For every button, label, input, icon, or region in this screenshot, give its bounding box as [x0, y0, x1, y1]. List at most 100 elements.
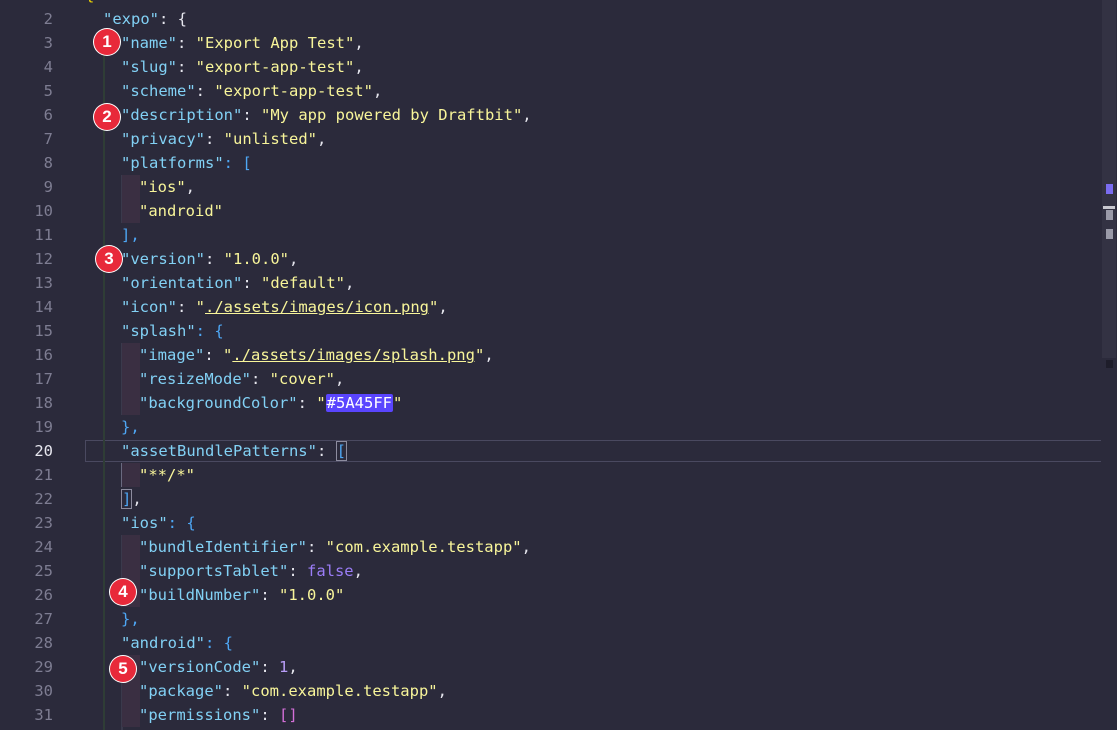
bracket: : { [195, 322, 224, 340]
punctuation: , [437, 682, 447, 700]
code-area[interactable]: { "expo": { "name": "Export App Test", "… [85, 0, 1097, 730]
json-string: "com.example.testapp" [325, 538, 522, 556]
punctuation: , [354, 58, 364, 76]
punctuation: , [372, 82, 383, 100]
punctuation: : [223, 682, 242, 700]
code-line: "platforms": [ [121, 151, 252, 175]
overview-ruler-mark [1106, 229, 1113, 239]
code-line: "slug": "export-app-test", [121, 55, 364, 79]
annotation-badge: 1 [94, 29, 120, 55]
json-key: "slug" [121, 58, 177, 76]
punctuation: : [260, 658, 279, 676]
json-string: "1.0.0" [223, 250, 289, 268]
punctuation: , [521, 538, 531, 556]
json-key: "icon" [121, 298, 177, 316]
code-line: "android" [139, 199, 223, 223]
json-key: "image" [139, 346, 205, 364]
json-key: "permissions" [139, 706, 261, 724]
bracket: ], [121, 226, 140, 244]
punctuation: : [205, 130, 224, 148]
json-string: " [316, 394, 326, 412]
json-string: "Export App Test" [195, 34, 355, 52]
line-number: 17 [34, 370, 53, 388]
json-key: "supportsTablet" [139, 562, 289, 580]
json-key: "splash" [121, 322, 196, 340]
code-line: "supportsTablet": false, [139, 559, 363, 583]
line-number: 19 [34, 418, 53, 436]
json-string: " [223, 346, 233, 364]
json-key: "scheme" [121, 82, 196, 100]
punctuation: : [205, 250, 224, 268]
code-line: "buildNumber": "1.0.0" [139, 583, 344, 607]
overview-ruler-mark [1106, 210, 1113, 220]
code-line: "orientation": "default", [121, 271, 354, 295]
file-path-link[interactable]: ./assets/images/icon.png [205, 298, 429, 316]
punctuation: : [297, 394, 317, 412]
bracket: : [ [223, 154, 252, 172]
matched-bracket: [ [335, 441, 347, 461]
json-string: "export-app-test" [214, 82, 373, 100]
json-string: " [428, 298, 439, 316]
code-line: "**/*" [139, 463, 195, 487]
color-swatch[interactable]: #5A45FF [325, 394, 393, 412]
line-number: 15 [34, 322, 53, 340]
code-line: { [85, 0, 94, 7]
code-line: "permissions": [] [139, 703, 298, 727]
json-string: "ios" [139, 178, 186, 196]
line-number: 23 [34, 514, 53, 532]
json-key: "backgroundColor" [139, 394, 298, 412]
punctuation: : [288, 562, 307, 580]
bracket: [] [279, 706, 298, 724]
line-number: 28 [34, 634, 53, 652]
line-number: 7 [43, 130, 53, 148]
file-path-link[interactable]: ./assets/images/splash.png [232, 346, 475, 364]
punctuation: : { [159, 10, 187, 28]
code-line: }, [121, 607, 140, 631]
json-string: "unlisted" [223, 130, 317, 148]
punctuation: , [353, 562, 363, 580]
line-number: 4 [43, 58, 53, 76]
code-editor[interactable]: 1 2 3 4 5 6 7 8 9 10 11 12 13 14 15 16 1… [0, 0, 1117, 730]
punctuation: , [484, 346, 494, 364]
json-string: "com.example.testapp" [241, 682, 438, 700]
line-number: 21 [34, 466, 53, 484]
line-number: 2 [43, 10, 53, 28]
overview-ruler-mark [1106, 360, 1113, 368]
code-line: "package": "com.example.testapp", [139, 679, 447, 703]
bracket: : { [205, 634, 233, 652]
code-line: "ios", [139, 175, 195, 199]
code-line: "name": "Export App Test", [121, 31, 364, 55]
code-line: "backgroundColor": "#5A45FF" [139, 391, 402, 415]
json-key: "privacy" [121, 130, 205, 148]
vertical-scrollbar[interactable] [1101, 0, 1117, 730]
line-number: 18 [34, 394, 53, 412]
json-key: "package" [139, 682, 223, 700]
punctuation: , [522, 106, 532, 124]
punctuation: : [177, 58, 196, 76]
json-number: 1 [279, 658, 289, 676]
code-line: "description": "My app powered by Draftb… [121, 103, 532, 127]
line-number: 6 [43, 106, 53, 124]
line-number: 10 [34, 202, 53, 220]
code-line: "bundleIdentifier": "com.example.testapp… [139, 535, 531, 559]
punctuation: : [242, 274, 261, 292]
json-key: "buildNumber" [139, 586, 261, 604]
code-line: "version": "1.0.0", [121, 247, 298, 271]
cursor-position-mark [1103, 206, 1115, 209]
bracket: : { [167, 514, 196, 532]
json-string: "My app powered by Draftbit" [261, 106, 523, 124]
json-key: "bundleIdentifier" [139, 538, 307, 556]
json-string: "cover" [269, 370, 335, 388]
line-number: 22 [34, 490, 53, 508]
punctuation: : [260, 586, 279, 604]
code-line: "versionCode": 1, [139, 655, 298, 679]
brace: { [85, 0, 94, 4]
scrollbar-thumb[interactable] [1102, 0, 1116, 358]
line-number: 26 [34, 586, 53, 604]
punctuation: , [289, 250, 299, 268]
line-number: 13 [34, 274, 53, 292]
json-string: " [474, 346, 485, 364]
annotation-badge: 5 [110, 656, 136, 682]
code-line: "splash": { [121, 319, 224, 343]
punctuation: : [177, 34, 196, 52]
